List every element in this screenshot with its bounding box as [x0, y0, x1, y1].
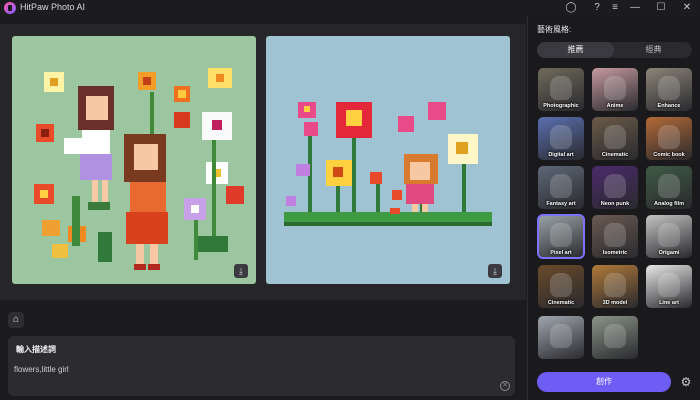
style-thumbnail: [550, 174, 572, 198]
style-card[interactable]: Photographic: [538, 68, 584, 111]
style-card-label: Analog film: [654, 201, 684, 207]
style-thumbnail: [550, 76, 572, 100]
download-icon[interactable]: ⤓: [234, 264, 248, 278]
style-card[interactable]: Cinematic: [538, 265, 584, 308]
result-workspace: ⤓ ⤓: [0, 24, 526, 300]
style-thumbnail: [604, 76, 626, 100]
style-card[interactable]: Neon punk: [592, 166, 638, 209]
style-thumbnail: [604, 174, 626, 198]
style-card[interactable]: Line art: [646, 265, 692, 308]
style-thumbnail: [550, 223, 572, 247]
app-window: HitPaw Photo AI ◯ ? ≡ — ☐ ✕ ⤓ ⤓ ⌂ 輸入描述詞 …: [0, 0, 700, 400]
tab-classic[interactable]: 經典: [615, 42, 692, 58]
style-card[interactable]: 3D model: [592, 265, 638, 308]
style-thumbnail: [658, 76, 680, 100]
style-card-label: Digital art: [548, 152, 574, 158]
style-panel-title: 藝術風格:: [537, 25, 572, 34]
home-icon: ⌂: [12, 314, 20, 325]
prompt-panel: 輸入描述詞 ✕: [8, 336, 515, 396]
menu-icon[interactable]: ≡: [608, 1, 622, 15]
style-card[interactable]: Analog film: [646, 166, 692, 209]
style-card[interactable]: Origami: [646, 215, 692, 258]
style-card[interactable]: Pixel art: [537, 214, 585, 259]
minimize-button[interactable]: —: [628, 1, 642, 15]
style-card[interactable]: Digital art: [538, 117, 584, 160]
user-icon[interactable]: ◯: [564, 1, 578, 15]
style-thumbnail: [604, 324, 626, 348]
close-button[interactable]: ✕: [680, 1, 694, 15]
style-panel: 藝術風格: 推薦 經典 Photographic Anime Enhance Digi…: [527, 16, 700, 400]
style-thumbnail: [550, 324, 572, 348]
style-card-label: Line art: [659, 300, 679, 306]
style-card[interactable]: Enhance: [646, 68, 692, 111]
style-card-label: Origami: [658, 250, 680, 256]
style-card-label: 3D model: [602, 300, 628, 306]
style-thumbnail: [604, 223, 626, 247]
style-thumbnail: [658, 223, 680, 247]
download-icon[interactable]: ⤓: [488, 264, 502, 278]
home-button[interactable]: ⌂: [8, 312, 24, 328]
style-thumbnail: [658, 273, 680, 297]
style-card[interactable]: Anime: [592, 68, 638, 111]
app-title: HitPaw Photo AI: [20, 2, 86, 12]
tab-recommended[interactable]: 推薦: [537, 42, 614, 58]
result-image-2[interactable]: ⤓: [266, 36, 510, 284]
help-icon[interactable]: ?: [590, 1, 604, 15]
style-thumbnail: [658, 174, 680, 198]
style-thumbnail: [604, 273, 626, 297]
style-card-label: Enhance: [657, 103, 681, 109]
create-button[interactable]: 創作: [537, 372, 671, 392]
style-card[interactable]: Comic book: [646, 117, 692, 160]
style-card[interactable]: Isometric: [592, 215, 638, 258]
hitpaw-logo-icon: [4, 2, 16, 14]
result-image-1[interactable]: ⤓: [12, 36, 256, 284]
style-card[interactable]: [538, 316, 584, 359]
style-tabs: 推薦 經典: [537, 42, 692, 58]
style-card-label: Cinematic: [601, 152, 629, 158]
style-thumbnail: [604, 125, 626, 149]
prompt-title: 輸入描述詞: [16, 345, 56, 354]
maximize-button[interactable]: ☐: [654, 1, 668, 15]
style-card[interactable]: [592, 316, 638, 359]
style-thumbnail: [550, 125, 572, 149]
prompt-input[interactable]: [14, 362, 494, 376]
style-card[interactable]: Cinematic: [592, 117, 638, 160]
settings-gear-icon[interactable]: ⚙: [679, 375, 693, 389]
clear-prompt-icon[interactable]: ✕: [500, 381, 510, 391]
pixel-art-garden-girl-image: [284, 102, 492, 226]
pixel-art-girls-flowers-image: [34, 68, 244, 270]
style-card[interactable]: Fantasy art: [538, 166, 584, 209]
style-card-label: Pixel art: [550, 250, 572, 256]
style-card-label: Comic book: [653, 152, 685, 158]
style-thumbnail: [658, 125, 680, 149]
style-card-label: Isometric: [602, 250, 628, 256]
style-card-label: Neon punk: [600, 201, 630, 207]
style-card-label: Cinematic: [547, 300, 575, 306]
title-bar: HitPaw Photo AI ◯ ? ≡ — ☐ ✕: [0, 0, 700, 16]
style-card-label: Anime: [606, 103, 624, 109]
style-card-label: Fantasy art: [546, 201, 576, 207]
style-card-label: Photographic: [543, 103, 579, 109]
style-thumbnail: [550, 273, 572, 297]
